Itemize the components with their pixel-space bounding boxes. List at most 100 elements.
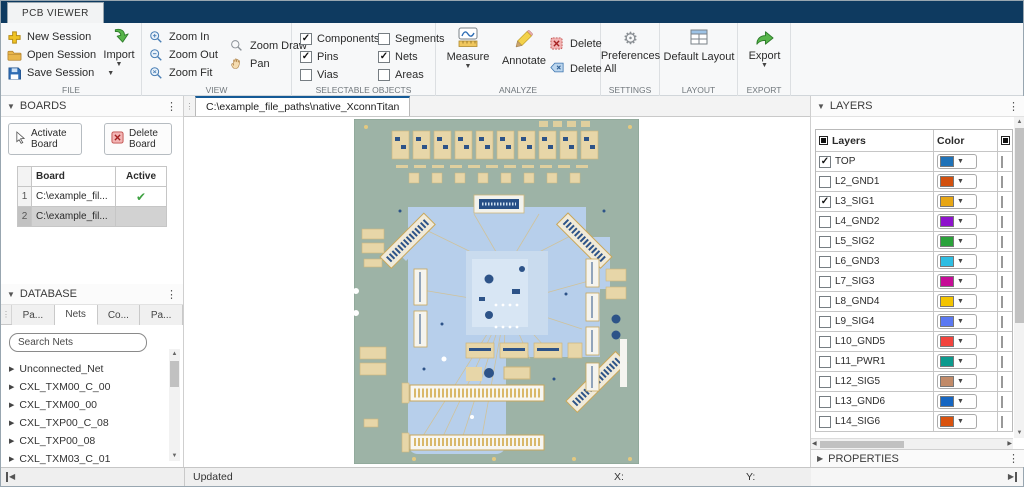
tab-pcb-viewer[interactable]: PCB VIEWER: [7, 2, 104, 23]
table-row[interactable]: L7_SIG3▼: [816, 272, 1012, 292]
layers-vscrollbar[interactable]: ▲ ▼: [1014, 117, 1024, 438]
properties-menu-icon[interactable]: ⋮: [1008, 452, 1019, 465]
import-dropdown-caret[interactable]: ▼: [116, 61, 123, 68]
activate-board-button[interactable]: Activate Board: [8, 123, 82, 155]
selectable-pins-checkbox[interactable]: Pins: [300, 48, 378, 66]
zoom-fit-button[interactable]: Zoom Fit: [149, 64, 218, 82]
export-dropdown-caret[interactable]: ▼: [761, 62, 768, 69]
export-button[interactable]: Export ▼: [738, 28, 791, 69]
layer-color-dropdown[interactable]: ▼: [937, 154, 977, 169]
scroll-down-icon[interactable]: ▼: [1014, 428, 1024, 438]
layer-color-dropdown[interactable]: ▼: [937, 234, 977, 249]
save-dropdown-caret[interactable]: ▼: [107, 70, 114, 77]
layer-visibility-checkbox[interactable]: [819, 176, 831, 188]
search-nets-input[interactable]: [9, 333, 147, 352]
layer-visibility-checkbox[interactable]: [819, 316, 831, 328]
import-button[interactable]: Import ▼: [99, 27, 139, 68]
layer-color-dropdown[interactable]: ▼: [937, 294, 977, 309]
database-panel-header[interactable]: ▼ DATABASE ⋮: [1, 284, 183, 305]
table-row[interactable]: TOP▼: [816, 152, 1012, 172]
pcb-canvas[interactable]: [184, 117, 810, 467]
dock-right-icon[interactable]: ▶: [1008, 472, 1017, 482]
document-tab[interactable]: C:\example_file_paths\native_XconnTitan: [195, 96, 410, 116]
layers-menu-icon[interactable]: ⋮: [1008, 100, 1019, 113]
preferences-button[interactable]: ⚙ Preferences: [601, 29, 660, 62]
nets-scrollbar[interactable]: ▲ ▼: [169, 349, 180, 461]
properties-panel-header[interactable]: ▶ PROPERTIES ⋮: [811, 449, 1024, 467]
table-row[interactable]: L4_GND2▼: [816, 212, 1012, 232]
selectable-vias-checkbox[interactable]: Vias: [300, 66, 378, 84]
checkbox-icon[interactable]: [300, 69, 312, 81]
scrollbar-thumb[interactable]: [1015, 128, 1024, 323]
database-tab-pa[interactable]: Pa...: [12, 305, 55, 325]
measure-dropdown-caret[interactable]: ▼: [465, 63, 472, 70]
boards-menu-icon[interactable]: ⋮: [166, 100, 177, 113]
layer-color-dropdown[interactable]: ▼: [937, 194, 977, 209]
table-row[interactable]: L5_SIG2▼: [816, 232, 1012, 252]
layer-visibility-checkbox[interactable]: [819, 256, 831, 268]
collapse-arrow-icon[interactable]: ▼: [7, 102, 15, 111]
zoom-out-button[interactable]: Zoom Out: [149, 46, 218, 64]
zoom-in-button[interactable]: Zoom In: [149, 28, 218, 46]
table-row[interactable]: L2_GND1▼: [816, 172, 1012, 192]
database-tab-pa[interactable]: Pa...: [140, 305, 183, 325]
layer-visibility-checkbox[interactable]: [819, 396, 831, 408]
table-row[interactable]: L12_SIG5▼: [816, 372, 1012, 392]
layer-visibility-checkbox[interactable]: [819, 296, 831, 308]
list-item[interactable]: ▶CXL_TXM00_00: [9, 396, 183, 414]
table-row[interactable]: L10_GND5▼: [816, 332, 1012, 352]
layer-visibility-checkbox[interactable]: [819, 336, 831, 348]
table-row[interactable]: L13_GND6▼: [816, 392, 1012, 412]
expand-arrow-icon[interactable]: ▶: [9, 383, 14, 391]
expand-arrow-icon[interactable]: ▶: [9, 455, 14, 463]
expand-arrow-icon[interactable]: ▶: [9, 437, 14, 445]
collapse-arrow-icon[interactable]: ▼: [817, 102, 825, 111]
checkbox-icon[interactable]: [378, 33, 390, 45]
layer-color-dropdown[interactable]: ▼: [937, 394, 977, 409]
layer-color-dropdown[interactable]: ▼: [937, 334, 977, 349]
list-item[interactable]: ▶CXL_TXP00_08: [9, 432, 183, 450]
table-row[interactable]: L14_SIG6▼: [816, 412, 1012, 432]
layer-color-dropdown[interactable]: ▼: [937, 374, 977, 389]
layer-visibility-checkbox[interactable]: [819, 196, 831, 208]
default-layout-button[interactable]: Default Layout: [660, 29, 738, 63]
checkbox-icon[interactable]: [300, 33, 312, 45]
expand-arrow-icon[interactable]: ▶: [9, 365, 14, 373]
table-row[interactable]: L3_SIG1▼: [816, 192, 1012, 212]
annotate-button[interactable]: Annotate: [498, 29, 550, 67]
layer-color-dropdown[interactable]: ▼: [937, 254, 977, 269]
selectable-nets-checkbox[interactable]: Nets: [378, 48, 444, 66]
list-item[interactable]: ▶Unconnected_Net: [9, 360, 183, 378]
layer-color-dropdown[interactable]: ▼: [937, 174, 977, 189]
database-tab-co[interactable]: Co...: [98, 305, 141, 325]
checkbox-icon[interactable]: [300, 51, 312, 63]
layers-select-all-icon[interactable]: [819, 136, 828, 145]
scrollbar-thumb[interactable]: [170, 361, 179, 387]
boards-panel-header[interactable]: ▼ BOARDS ⋮: [1, 96, 183, 117]
dock-left-icon[interactable]: ◀: [6, 472, 15, 482]
list-item[interactable]: ▶CXL_TXM00_C_00: [9, 378, 183, 396]
collapse-arrow-icon[interactable]: ▼: [7, 290, 15, 299]
table-row[interactable]: 1C:\example_fil...✔: [18, 187, 166, 207]
pcb-board-image[interactable]: [354, 119, 639, 464]
table-row[interactable]: L9_SIG4▼: [816, 312, 1012, 332]
layer-color-dropdown[interactable]: ▼: [937, 274, 977, 289]
layer-color-dropdown[interactable]: ▼: [937, 354, 977, 369]
measure-button[interactable]: Measure ▼: [440, 27, 496, 70]
layer-color-dropdown[interactable]: ▼: [937, 414, 977, 429]
database-menu-icon[interactable]: ⋮: [166, 288, 177, 301]
layer-visibility-checkbox[interactable]: [819, 276, 831, 288]
database-tab-nets[interactable]: Nets: [55, 305, 98, 325]
table-row[interactable]: L11_PWR1▼: [816, 352, 1012, 372]
layer-visibility-checkbox[interactable]: [819, 216, 831, 228]
selectable-areas-checkbox[interactable]: Areas: [378, 66, 444, 84]
list-item[interactable]: ▶CXL_TXM03_C_01: [9, 450, 183, 468]
scroll-up-icon[interactable]: ▲: [1014, 117, 1024, 127]
third-col-icon[interactable]: [1001, 136, 1010, 145]
table-row[interactable]: 2C:\example_fil...: [18, 207, 166, 227]
expand-arrow-icon[interactable]: ▶: [817, 454, 823, 463]
checkbox-icon[interactable]: [378, 69, 390, 81]
layer-color-dropdown[interactable]: ▼: [937, 214, 977, 229]
layer-visibility-checkbox[interactable]: [819, 356, 831, 368]
selectable-components-checkbox[interactable]: Components: [300, 30, 378, 48]
